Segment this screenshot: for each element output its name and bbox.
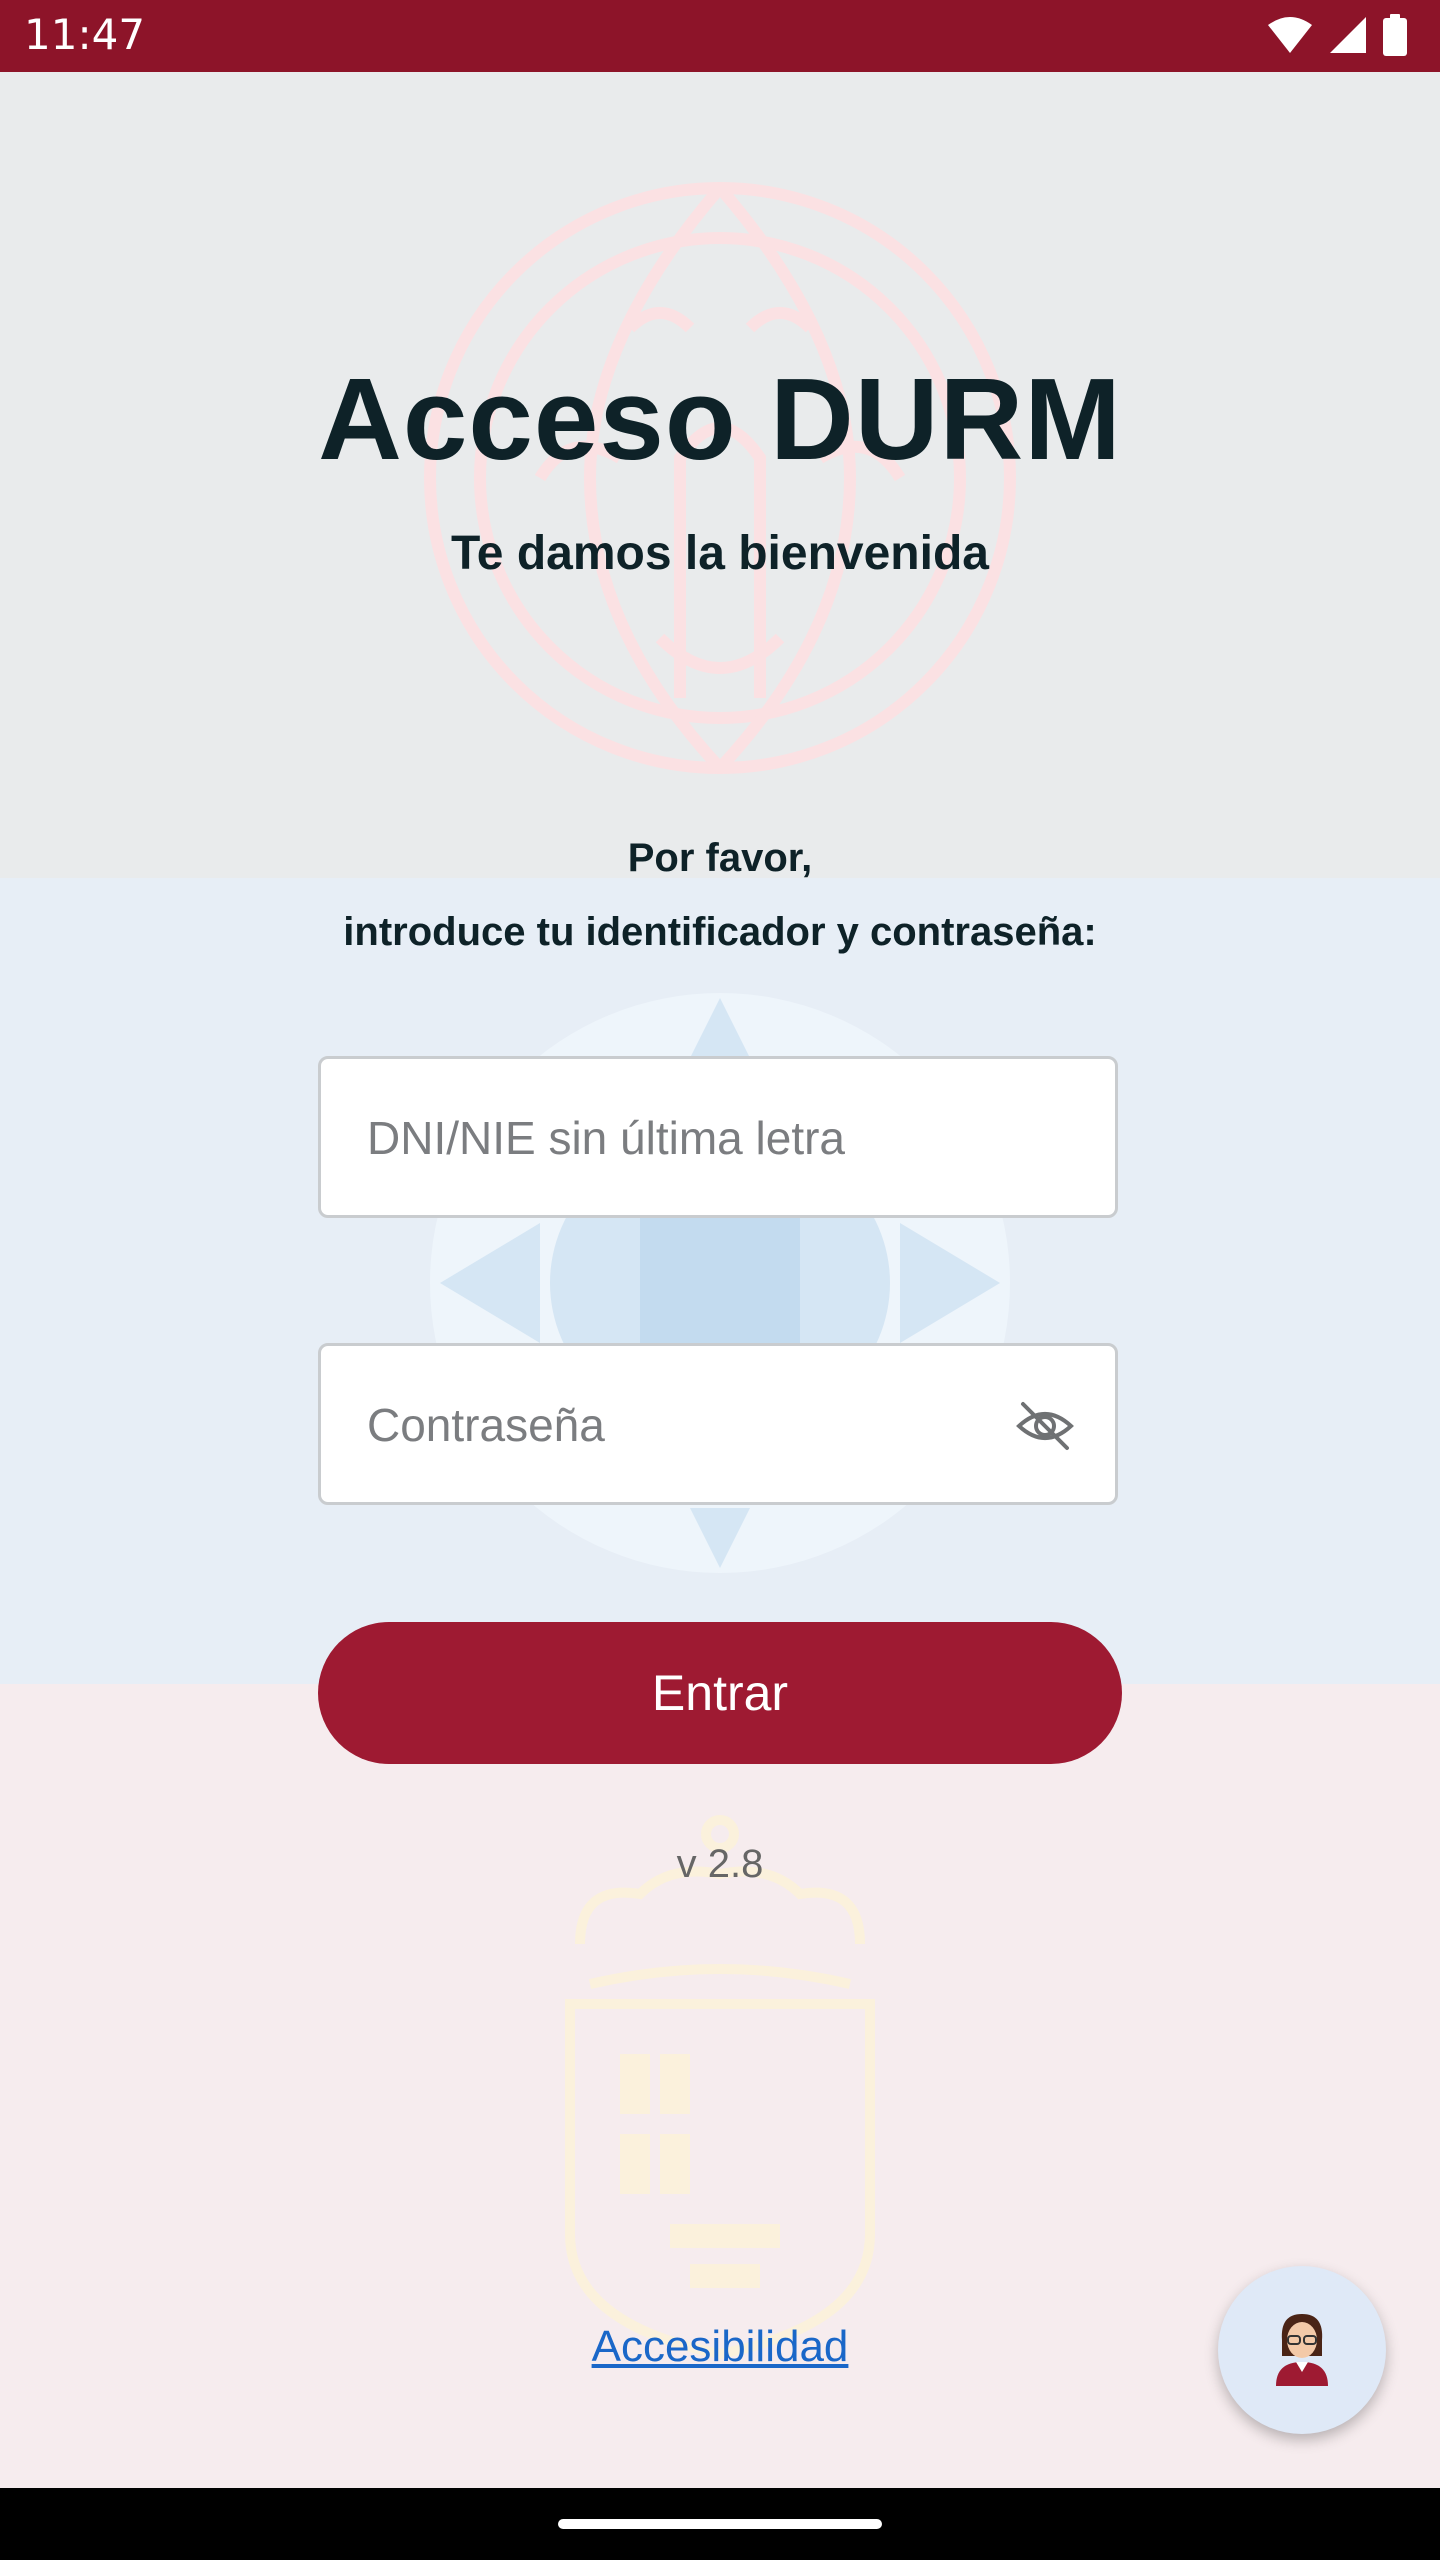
eye-off-icon[interactable] — [1015, 1396, 1075, 1456]
instructions-line-1: Por favor, — [627, 836, 813, 880]
welcome-subtitle: Te damos la bienvenida — [451, 527, 989, 580]
version-label: v 2.8 — [676, 1842, 764, 1886]
password-field[interactable] — [318, 1343, 1118, 1505]
assistant-button[interactable] — [1218, 2266, 1386, 2434]
assistant-avatar-icon — [1276, 2314, 1328, 2386]
status-icons — [1266, 14, 1408, 56]
dni-input[interactable] — [365, 1059, 1009, 1217]
status-time: 11:47 — [24, 10, 146, 59]
dni-field[interactable] — [318, 1056, 1118, 1218]
home-indicator[interactable] — [558, 2519, 882, 2529]
crest-watermark — [565, 1815, 875, 2360]
battery-icon — [1383, 14, 1407, 56]
status-bar: 11:47 — [0, 0, 1440, 72]
password-input[interactable] — [365, 1346, 1009, 1504]
page-title: Acceso DURM — [318, 354, 1122, 484]
instructions-line-2: introduce tu identificador y contraseña: — [343, 910, 1097, 954]
enter-button[interactable]: Entrar — [318, 1622, 1122, 1764]
signal-icon — [1330, 17, 1366, 53]
form-band — [0, 878, 1440, 1684]
wifi-icon — [1268, 17, 1312, 53]
